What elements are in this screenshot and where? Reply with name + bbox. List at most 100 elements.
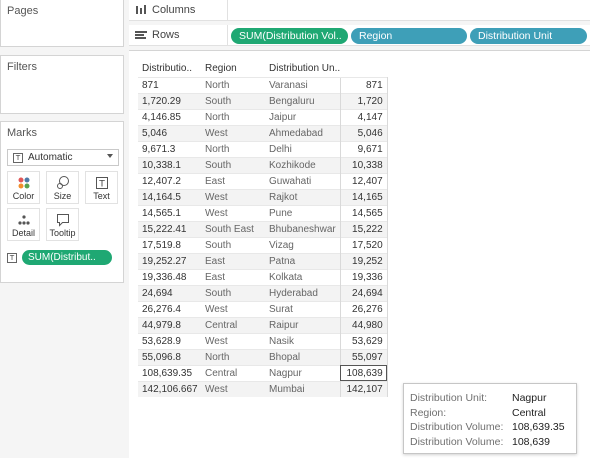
table-row[interactable]: 19,336.48 East Kolkata 19,336 [138, 268, 388, 285]
cell-distribution-volume[interactable]: 44,979.8 [138, 316, 201, 333]
cell-distribution-unit[interactable]: Varanasi [265, 76, 341, 93]
cell-sum-distribution-volume[interactable]: 44,980 [339, 316, 388, 333]
cell-distribution-volume[interactable]: 53,628.9 [138, 332, 201, 349]
row-pill-region[interactable]: Region [351, 28, 467, 44]
cell-distribution-unit[interactable]: Bhopal [265, 348, 341, 365]
cell-sum-distribution-volume[interactable]: 19,336 [339, 268, 388, 285]
cell-distribution-volume[interactable]: 1,720.29 [138, 92, 201, 109]
cell-sum-distribution-volume[interactable]: 24,694 [339, 284, 388, 301]
table-row[interactable]: 44,979.8 Central Raipur 44,980 [138, 316, 388, 333]
cell-sum-distribution-volume[interactable]: 9,671 [339, 140, 388, 157]
cell-sum-distribution-volume[interactable]: 53,629 [339, 332, 388, 349]
table-row[interactable]: 53,628.9 West Nasik 53,629 [138, 332, 388, 349]
cell-sum-distribution-volume[interactable]: 17,520 [339, 236, 388, 253]
cell-distribution-volume[interactable]: 17,519.8 [138, 236, 201, 253]
table-row[interactable]: 15,222.41 South East Bhubaneshwar 15,222 [138, 220, 388, 237]
cell-distribution-volume[interactable]: 14,164.5 [138, 188, 201, 205]
cell-region[interactable]: South [201, 92, 265, 109]
cell-distribution-unit[interactable]: Raipur [265, 316, 341, 333]
cell-region[interactable]: West [201, 380, 265, 397]
cell-sum-distribution-volume[interactable]: 871 [339, 76, 388, 93]
cell-distribution-unit[interactable]: Ahmedabad [265, 124, 341, 141]
cell-distribution-unit[interactable]: Bhubaneshwar [265, 220, 341, 237]
cell-sum-distribution-volume[interactable]: 15,222 [339, 220, 388, 237]
header-distribution-volume[interactable]: Distributio.. [138, 61, 201, 77]
cell-region[interactable]: West [201, 300, 265, 317]
table-row[interactable]: 108,639.35 Central Nagpur 108,639 [138, 364, 388, 381]
cell-region[interactable]: East [201, 252, 265, 269]
rows-shelf[interactable]: Rows SUM(Distribution Vol.. Region Distr… [129, 25, 590, 46]
row-pill-distribution-unit[interactable]: Distribution Unit [470, 28, 587, 44]
table-row[interactable]: 9,671.3 North Delhi 9,671 [138, 140, 388, 157]
cell-distribution-volume[interactable]: 14,565.1 [138, 204, 201, 221]
detail-button[interactable]: Detail [7, 208, 40, 241]
cell-region[interactable]: West [201, 124, 265, 141]
color-button[interactable]: Color [7, 171, 40, 204]
columns-shelf[interactable]: Columns [129, 0, 590, 21]
cell-region[interactable]: North [201, 108, 265, 125]
filters-card[interactable]: Filters [0, 55, 124, 114]
table-row[interactable]: 24,694 South Hyderabad 24,694 [138, 284, 388, 301]
table-row[interactable]: 4,146.85 North Jaipur 4,147 [138, 108, 388, 125]
cell-sum-distribution-volume[interactable]: 5,046 [339, 124, 388, 141]
cell-distribution-volume[interactable]: 19,336.48 [138, 268, 201, 285]
cell-distribution-unit[interactable]: Surat [265, 300, 341, 317]
cell-distribution-unit[interactable]: Nasik [265, 332, 341, 349]
cell-region[interactable]: West [201, 204, 265, 221]
cell-distribution-volume[interactable]: 142,106.667 [138, 380, 201, 397]
size-button[interactable]: Size [46, 171, 79, 204]
cell-region[interactable]: West [201, 332, 265, 349]
cell-sum-distribution-volume[interactable]: 19,252 [339, 252, 388, 269]
cell-sum-distribution-volume[interactable]: 14,565 [339, 204, 388, 221]
cell-distribution-unit[interactable]: Bengaluru [265, 92, 341, 109]
cell-region[interactable]: North [201, 348, 265, 365]
cell-sum-distribution-volume[interactable]: 26,276 [339, 300, 388, 317]
cell-distribution-unit[interactable]: Patna [265, 252, 341, 269]
cell-region[interactable]: Central [201, 316, 265, 333]
cell-sum-distribution-volume[interactable]: 55,097 [339, 348, 388, 365]
cell-distribution-volume[interactable]: 15,222.41 [138, 220, 201, 237]
mark-type-dropdown[interactable]: T Automatic [7, 149, 119, 166]
cell-distribution-volume[interactable]: 12,407.2 [138, 172, 201, 189]
cell-distribution-unit[interactable]: Guwahati [265, 172, 341, 189]
cell-region[interactable]: South [201, 156, 265, 173]
cell-distribution-volume[interactable]: 5,046 [138, 124, 201, 141]
cell-distribution-volume[interactable]: 55,096.8 [138, 348, 201, 365]
cell-distribution-volume[interactable]: 4,146.85 [138, 108, 201, 125]
cell-distribution-unit[interactable]: Kolkata [265, 268, 341, 285]
table-row[interactable]: 26,276.4 West Surat 26,276 [138, 300, 388, 317]
cell-region[interactable]: North [201, 76, 265, 93]
cell-distribution-unit[interactable]: Delhi [265, 140, 341, 157]
cell-region[interactable]: Central [201, 364, 265, 381]
cell-region[interactable]: South [201, 236, 265, 253]
table-row[interactable]: 55,096.8 North Bhopal 55,097 [138, 348, 388, 365]
table-row[interactable]: 19,252.27 East Patna 19,252 [138, 252, 388, 269]
cell-distribution-unit[interactable]: Jaipur [265, 108, 341, 125]
table-row[interactable]: 10,338.1 South Kozhikode 10,338 [138, 156, 388, 173]
sum-distribution-pill[interactable]: SUM(Distribut.. [22, 250, 112, 265]
cell-region[interactable]: West [201, 188, 265, 205]
table-row[interactable]: 14,164.5 West Rajkot 14,165 [138, 188, 388, 205]
cell-distribution-unit[interactable]: Hyderabad [265, 284, 341, 301]
cell-sum-distribution-volume[interactable]: 12,407 [339, 172, 388, 189]
header-distribution-unit[interactable]: Distribution Un.. [265, 61, 340, 77]
cell-distribution-volume[interactable]: 108,639.35 [138, 364, 201, 381]
cell-sum-distribution-volume[interactable]: 14,165 [339, 188, 388, 205]
table-row[interactable]: 17,519.8 South Vizag 17,520 [138, 236, 388, 253]
cell-region[interactable]: South East [201, 220, 265, 237]
text-button[interactable]: T Text [85, 171, 118, 204]
table-row[interactable]: 12,407.2 East Guwahati 12,407 [138, 172, 388, 189]
cell-distribution-volume[interactable]: 24,694 [138, 284, 201, 301]
cell-distribution-volume[interactable]: 871 [138, 76, 201, 93]
cell-distribution-unit[interactable]: Nagpur [265, 364, 341, 381]
cell-region[interactable]: South [201, 284, 265, 301]
cell-sum-distribution-volume[interactable]: 1,720 [339, 92, 388, 109]
cell-region[interactable]: North [201, 140, 265, 157]
cell-distribution-unit[interactable]: Rajkot [265, 188, 341, 205]
table-row[interactable]: 14,565.1 West Pune 14,565 [138, 204, 388, 221]
cell-distribution-volume[interactable]: 10,338.1 [138, 156, 201, 173]
cell-distribution-unit[interactable]: Pune [265, 204, 341, 221]
header-region[interactable]: Region [201, 61, 265, 77]
cell-distribution-unit[interactable]: Mumbai [265, 380, 341, 397]
cell-region[interactable]: East [201, 172, 265, 189]
